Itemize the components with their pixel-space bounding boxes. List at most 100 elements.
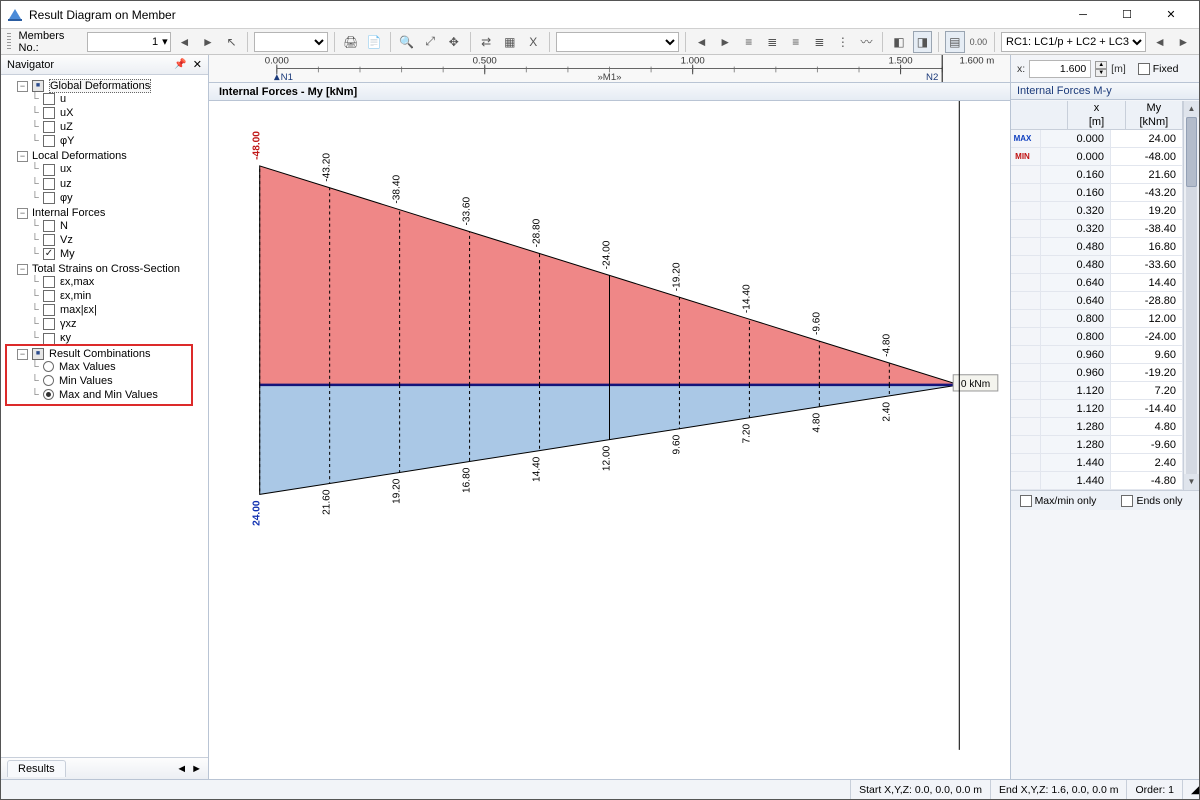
tree-node[interactable]: Result Combinations bbox=[49, 348, 151, 360]
table-row[interactable]: 1.280-9.60 bbox=[1011, 436, 1183, 454]
tab-next[interactable]: ► bbox=[191, 763, 202, 775]
expander-icon[interactable]: − bbox=[17, 151, 28, 162]
checkbox-icon[interactable] bbox=[32, 80, 44, 92]
results-tab[interactable]: Results bbox=[7, 760, 66, 777]
tree-node[interactable]: Total Strains on Cross-Section bbox=[32, 263, 180, 275]
checkbox-icon[interactable] bbox=[43, 164, 55, 176]
checkbox-icon[interactable] bbox=[43, 304, 55, 316]
checkbox-icon[interactable] bbox=[43, 107, 55, 119]
tree-leaf[interactable]: My bbox=[60, 248, 75, 260]
tb-e[interactable]: ⋮ bbox=[833, 31, 853, 53]
window-maximize-button[interactable]: ☐ bbox=[1105, 2, 1149, 28]
tab-prev[interactable]: ◄ bbox=[176, 763, 187, 775]
checkbox-icon[interactable] bbox=[43, 192, 55, 204]
spin-up[interactable]: ▲ bbox=[1095, 61, 1107, 69]
table-row[interactable]: 0.48016.80 bbox=[1011, 238, 1183, 256]
table-row[interactable]: 0.64014.40 bbox=[1011, 274, 1183, 292]
tb-a[interactable]: ≡ bbox=[739, 31, 759, 53]
table-row[interactable]: 0.80012.00 bbox=[1011, 310, 1183, 328]
tree-leaf[interactable]: φy bbox=[60, 192, 73, 204]
tb-c[interactable]: ≡ bbox=[786, 31, 806, 53]
checkbox-icon[interactable] bbox=[32, 348, 44, 360]
window-minimize-button[interactable]: ─ bbox=[1061, 2, 1105, 28]
smoothing-button[interactable]: 0.00 bbox=[969, 31, 989, 53]
load-case-combo[interactable]: RC1: LC1/p + LC2 + LC3 bbox=[1001, 32, 1146, 52]
zoom-region-button[interactable]: 🔍 bbox=[397, 31, 417, 53]
tree-leaf[interactable]: Min Values bbox=[59, 375, 113, 387]
checkbox-icon[interactable] bbox=[43, 121, 55, 133]
prev-lc-button[interactable]: ◄ bbox=[1150, 31, 1170, 53]
checkbox-icon[interactable] bbox=[43, 333, 55, 345]
nav-close-icon[interactable]: ✕ bbox=[193, 58, 202, 71]
tree-leaf[interactable]: uX bbox=[60, 107, 73, 119]
checkbox-icon[interactable] bbox=[43, 290, 55, 302]
tree-leaf[interactable]: u bbox=[60, 93, 66, 105]
checkbox-icon[interactable] bbox=[43, 178, 55, 190]
tb-next[interactable]: ► bbox=[715, 31, 735, 53]
table-row[interactable]: MIN0.000-48.00 bbox=[1011, 148, 1183, 166]
table-row[interactable]: 1.2804.80 bbox=[1011, 418, 1183, 436]
print-button[interactable]: 🖨 bbox=[341, 31, 361, 53]
radio-icon[interactable] bbox=[43, 375, 54, 386]
table-row[interactable]: 0.32019.20 bbox=[1011, 202, 1183, 220]
tree-leaf[interactable]: Max Values bbox=[59, 361, 116, 373]
tree-leaf[interactable]: uZ bbox=[60, 121, 73, 133]
table-row[interactable]: 1.1207.20 bbox=[1011, 382, 1183, 400]
table-row[interactable]: 1.120-14.40 bbox=[1011, 400, 1183, 418]
table-row[interactable]: MAX0.00024.00 bbox=[1011, 130, 1183, 148]
expander-icon[interactable]: − bbox=[17, 264, 28, 275]
tree-leaf[interactable]: Vz bbox=[60, 234, 73, 246]
tree-node[interactable]: Global Deformations bbox=[49, 79, 151, 93]
tree-leaf[interactable]: φY bbox=[60, 135, 74, 147]
fixed-checkbox[interactable] bbox=[1138, 63, 1150, 75]
table-row[interactable]: 0.640-28.80 bbox=[1011, 292, 1183, 310]
tree-leaf[interactable]: ux bbox=[60, 163, 72, 175]
tree-node[interactable]: Local Deformations bbox=[32, 150, 127, 162]
radio-icon[interactable] bbox=[43, 389, 54, 400]
tb-d[interactable]: ≣ bbox=[810, 31, 830, 53]
table-row[interactable]: 0.480-33.60 bbox=[1011, 256, 1183, 274]
resize-grip[interactable]: ◢ bbox=[1182, 780, 1199, 799]
expander-icon[interactable]: − bbox=[17, 81, 28, 92]
next-member-button[interactable]: ► bbox=[198, 31, 218, 53]
checkbox-icon[interactable] bbox=[43, 220, 55, 232]
checkbox-icon[interactable] bbox=[43, 135, 55, 147]
table-row[interactable]: 0.800-24.00 bbox=[1011, 328, 1183, 346]
table-row[interactable]: 0.960-19.20 bbox=[1011, 364, 1183, 382]
grid-button[interactable]: ▦ bbox=[500, 31, 520, 53]
chart-area[interactable]: -48.00-43.20-38.40-33.60-28.80-24.00-19.… bbox=[209, 101, 1010, 779]
tree-node[interactable]: Internal Forces bbox=[32, 207, 105, 219]
export-excel-button[interactable]: X bbox=[524, 31, 544, 53]
tree-leaf[interactable]: max|εx| bbox=[60, 304, 97, 316]
tree-leaf[interactable]: uz bbox=[60, 178, 72, 190]
table-row[interactable]: 1.4402.40 bbox=[1011, 454, 1183, 472]
expander-icon[interactable]: − bbox=[17, 349, 28, 360]
show-table-button[interactable]: ▤ bbox=[945, 31, 965, 53]
members-no-input[interactable]: ▾ bbox=[87, 32, 171, 52]
pin-icon[interactable]: 📌 bbox=[174, 59, 186, 70]
table-row[interactable]: 1.440-4.80 bbox=[1011, 472, 1183, 490]
expander-icon[interactable]: − bbox=[17, 208, 28, 219]
tree-leaf[interactable]: Max and Min Values bbox=[59, 389, 158, 401]
tb-g[interactable]: ◧ bbox=[889, 31, 909, 53]
table-row[interactable]: 0.320-38.40 bbox=[1011, 220, 1183, 238]
table-row[interactable]: 0.9609.60 bbox=[1011, 346, 1183, 364]
maxmin-only-checkbox[interactable] bbox=[1020, 495, 1032, 507]
tree-leaf[interactable]: κy bbox=[60, 332, 71, 344]
checkbox-icon[interactable] bbox=[43, 93, 55, 105]
filter-combo[interactable] bbox=[254, 32, 328, 52]
ends-only-checkbox[interactable] bbox=[1121, 495, 1133, 507]
tb-prev[interactable]: ◄ bbox=[692, 31, 712, 53]
zoom-fit-button[interactable]: ⤢ bbox=[420, 31, 440, 53]
navigator-tree[interactable]: −Global Deformations └u└uX└uZ└φY −Local … bbox=[1, 75, 208, 757]
display-mode-combo[interactable] bbox=[556, 32, 679, 52]
checkbox-icon[interactable] bbox=[43, 318, 55, 330]
tb-h[interactable]: ◨ bbox=[913, 31, 933, 53]
tree-leaf[interactable]: γxz bbox=[60, 318, 77, 330]
checkbox-icon[interactable] bbox=[43, 276, 55, 288]
next-lc-button[interactable]: ► bbox=[1174, 31, 1194, 53]
tb-f[interactable]: 〰 bbox=[857, 31, 877, 53]
radio-icon[interactable] bbox=[43, 361, 54, 372]
tree-leaf[interactable]: εx,max bbox=[60, 276, 94, 288]
tree-leaf[interactable]: εx,min bbox=[60, 290, 91, 302]
